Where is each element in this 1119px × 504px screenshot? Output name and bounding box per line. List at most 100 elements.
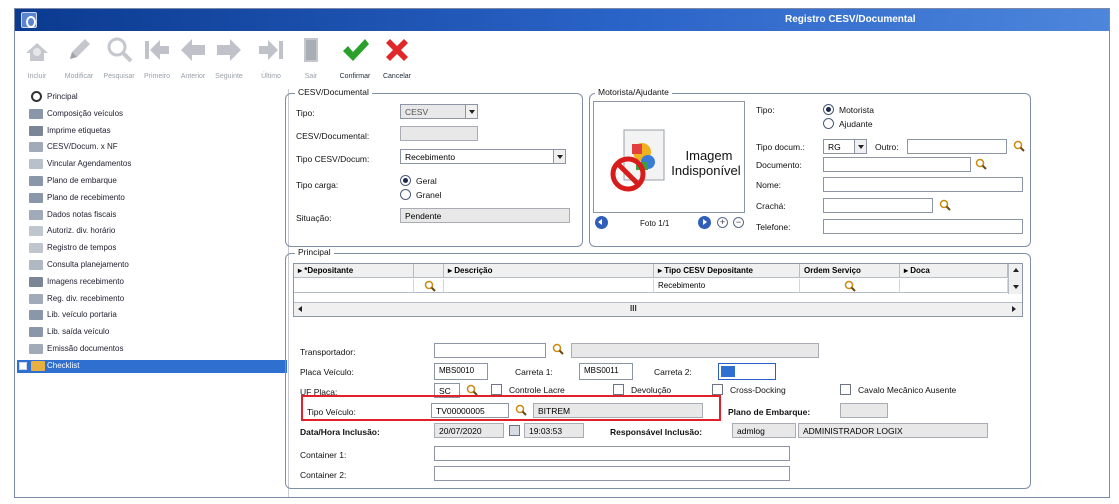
search-icon[interactable]	[1013, 140, 1025, 152]
controle-lacre-checkbox[interactable]	[491, 384, 502, 395]
search-icon[interactable]	[844, 280, 856, 292]
pesquisar-button[interactable]: Pesquisar	[99, 33, 139, 85]
container2-field[interactable]	[434, 466, 790, 481]
carreta1-field[interactable]: MBS0011	[579, 363, 633, 380]
scroll-down-icon[interactable]	[1013, 285, 1019, 289]
app-icon[interactable]	[21, 12, 37, 28]
nome-field[interactable]	[823, 177, 1023, 192]
tree-item-plano-de-embarque[interactable]: Plano de embarque	[29, 175, 287, 188]
tree-item-cesv-docum-x-nf[interactable]: CESV/Docum. x NF	[29, 141, 287, 154]
sair-button[interactable]: Sair	[293, 33, 329, 85]
col-depositante[interactable]: ▸ *Depositante	[294, 264, 414, 278]
col-ordem-servico[interactable]: Ordem Serviço	[800, 264, 900, 278]
tree-item-lib-veiculo-portaria[interactable]: Lib. veículo portaria	[29, 309, 287, 322]
grid-horizontal-scrollbar[interactable]: III	[294, 302, 1022, 316]
next-photo-icon[interactable]	[698, 216, 711, 229]
responsavel-login-field: admlog	[732, 423, 796, 438]
calendar-icon[interactable]	[509, 425, 520, 436]
main-window: Registro CESV/Documental Incluir Modific…	[14, 8, 1110, 498]
tipo-cesv-select[interactable]: Recebimento	[400, 149, 566, 164]
search-icon[interactable]	[424, 280, 436, 292]
tipo-docum-select[interactable]: RG	[823, 139, 867, 154]
plano-embarque-field	[840, 403, 888, 418]
cell-descricao[interactable]	[444, 279, 654, 293]
search-icon[interactable]	[975, 158, 987, 170]
documento-label: Documento:	[756, 160, 802, 170]
tree-item-imprime-etiquetas[interactable]: Imprime etiquetas	[29, 125, 287, 138]
grid-vertical-scrollbar[interactable]	[1008, 264, 1022, 294]
cell-lookup[interactable]	[414, 279, 444, 293]
checklist-icon	[31, 360, 45, 371]
container1-field[interactable]	[434, 446, 790, 461]
motorista-radio[interactable]	[823, 104, 834, 115]
anterior-button[interactable]: Anterior	[175, 33, 211, 85]
scroll-left-icon[interactable]	[298, 306, 302, 312]
cross-docking-checkbox[interactable]	[712, 384, 723, 395]
tree-item-checklist[interactable]: Checklist	[17, 359, 287, 373]
carreta2-label: Carreta 2:	[654, 367, 692, 377]
documento-field[interactable]	[823, 157, 971, 172]
tree-item-emissao-documentos[interactable]: Emissão documentos	[29, 343, 287, 356]
search-icon[interactable]	[515, 404, 527, 416]
tree-item-imagens-recebimento[interactable]: Imagens recebimento	[29, 276, 287, 289]
truck-icon	[29, 310, 43, 321]
tree-item-autoriz-div-horario[interactable]: Autoriz. div. horário	[29, 225, 287, 238]
transportador-field[interactable]	[434, 343, 546, 358]
primeiro-button[interactable]: Primeiro	[139, 33, 175, 85]
cell-depositante[interactable]	[294, 279, 414, 293]
previous-photo-icon[interactable]	[595, 216, 608, 229]
col-tipo-cesv-depositante[interactable]: ▸ Tipo CESV Depositante	[654, 264, 800, 278]
remove-photo-icon[interactable]: −	[733, 217, 744, 228]
expand-icon[interactable]	[19, 361, 27, 370]
situacao-field[interactable]: Pendente	[400, 208, 570, 223]
cavalo-mecanico-checkbox[interactable]	[840, 384, 851, 395]
scroll-right-icon[interactable]	[1012, 306, 1016, 312]
cesv-documental-field[interactable]	[400, 126, 478, 141]
seguinte-button[interactable]: Seguinte	[211, 33, 247, 85]
cracha-field[interactable]	[823, 198, 933, 213]
first-arrow-icon	[145, 40, 169, 60]
tree-item-label: Checklist	[47, 360, 80, 370]
tree-item-reg-div-recebimento[interactable]: Reg. div. recebimento	[29, 293, 287, 306]
tree-item-lib-saida-veiculo[interactable]: Lib. saída veículo	[29, 326, 287, 339]
tree-item-plano-de-recebimento[interactable]: Plano de recebimento	[29, 192, 287, 205]
add-photo-icon[interactable]: +	[717, 217, 728, 228]
confirmar-button[interactable]: Confirmar	[333, 33, 377, 85]
tree-item-vincular-agendamentos[interactable]: Vincular Agendamentos	[29, 158, 287, 171]
col-descricao[interactable]: ▸ Descrição	[444, 264, 654, 278]
clock-icon	[29, 226, 43, 237]
tree-item-label: Imprime etiquetas	[47, 125, 111, 135]
search-icon[interactable]	[552, 343, 564, 355]
devolucao-label: Devolução	[631, 385, 672, 395]
pencil-icon	[70, 39, 90, 59]
tree-item-registro-de-tempos[interactable]: Registro de tempos	[29, 242, 287, 255]
search-icon[interactable]	[939, 199, 951, 211]
incluir-button[interactable]: Incluir	[19, 33, 55, 85]
tree-item-dados-notas-fiscais[interactable]: Dados notas fiscais	[29, 209, 287, 222]
col-doca[interactable]: ▸ Doca	[900, 264, 1008, 278]
tree-item-composicao-veiculos[interactable]: Composição veículos	[29, 108, 287, 121]
cancel-x-icon	[386, 39, 408, 61]
ultimo-button[interactable]: Último	[253, 33, 289, 85]
scroll-up-icon[interactable]	[1013, 268, 1019, 272]
tipo-select[interactable]: CESV	[400, 104, 478, 119]
cell-tipo-cesv[interactable]: Recebimento	[654, 279, 800, 293]
tree-item-principal[interactable]: Principal	[29, 91, 287, 104]
cell-doca[interactable]	[900, 279, 1008, 293]
telefone-label: Telefone:	[756, 222, 791, 232]
tree-item-consulta-planejamento[interactable]: Consulta planejamento	[29, 259, 287, 272]
placa-field[interactable]: MBS0010	[434, 363, 488, 380]
telefone-field[interactable]	[823, 219, 1023, 234]
scroll-thumb[interactable]: III	[630, 304, 637, 313]
carga-geral-radio[interactable]	[400, 175, 411, 186]
carga-granel-radio[interactable]	[400, 189, 411, 200]
modificar-button[interactable]: Modificar	[59, 33, 99, 85]
outro-field[interactable]	[907, 139, 1007, 154]
cell-ordem-servico[interactable]	[800, 279, 900, 293]
tree-item-label: Composição veículos	[47, 108, 124, 118]
carreta2-field[interactable]	[718, 363, 776, 380]
cancelar-button[interactable]: Cancelar	[377, 33, 417, 85]
tipo-veiculo-field[interactable]: TV00000005	[431, 403, 509, 418]
devolucao-checkbox[interactable]	[613, 384, 624, 395]
ajudante-radio[interactable]	[823, 118, 834, 129]
